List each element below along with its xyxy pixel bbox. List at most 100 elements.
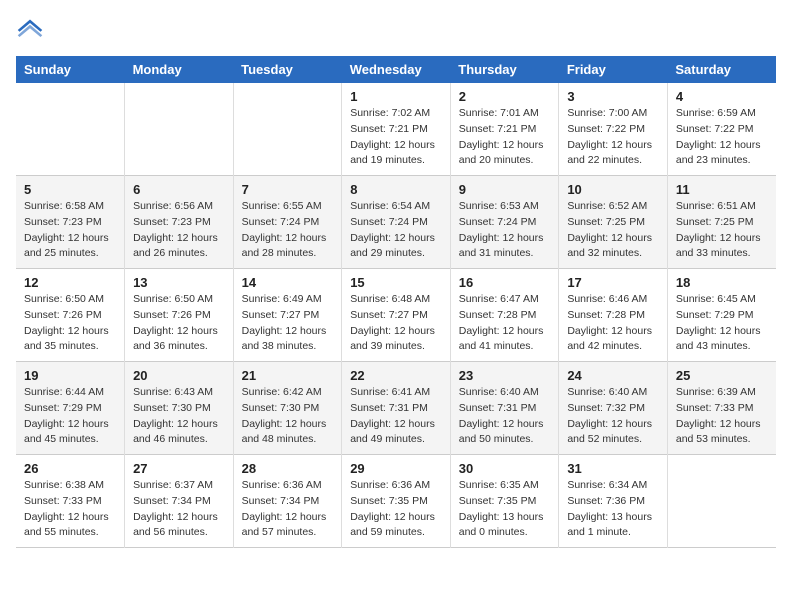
weekday-header-tuesday: Tuesday bbox=[233, 56, 342, 83]
day-info: Sunrise: 6:40 AM Sunset: 7:32 PM Dayligh… bbox=[567, 385, 659, 448]
day-info: Sunrise: 6:50 AM Sunset: 7:26 PM Dayligh… bbox=[133, 292, 225, 355]
calendar-cell: 28Sunrise: 6:36 AM Sunset: 7:34 PM Dayli… bbox=[233, 455, 342, 548]
day-number: 17 bbox=[567, 275, 659, 290]
day-info: Sunrise: 6:45 AM Sunset: 7:29 PM Dayligh… bbox=[676, 292, 768, 355]
calendar-cell: 23 Sunrise: 6:40 AM Sunset: 7:31 PM Dayli… bbox=[450, 362, 559, 455]
calendar-cell bbox=[125, 83, 234, 176]
calendar-cell: 1Sunrise: 7:02 AM Sunset: 7:21 PM Daylig… bbox=[342, 83, 451, 176]
calendar-cell: 20Sunrise: 6:43 AM Sunset: 7:30 PM Dayli… bbox=[125, 362, 234, 455]
day-info: Sunrise: 6:35 AM Sunset: 7:35 PM Dayligh… bbox=[459, 478, 551, 541]
day-number: 4 bbox=[676, 89, 768, 104]
day-info: Sunrise: 6:40 AM Sunset: 7:31 PM Dayligh… bbox=[459, 385, 551, 448]
day-info: Sunrise: 6:56 AM Sunset: 7:23 PM Dayligh… bbox=[133, 199, 225, 262]
calendar-week-row: 5 Sunrise: 6:58 AM Sunset: 7:23 PM Daylig… bbox=[16, 176, 776, 269]
day-info: Sunrise: 6:59 AM Sunset: 7:22 PM Dayligh… bbox=[676, 106, 768, 169]
calendar-cell: 6 Sunrise: 6:56 AM Sunset: 7:23 PM Daylig… bbox=[125, 176, 234, 269]
day-info: Sunrise: 6:50 AM Sunset: 7:26 PM Dayligh… bbox=[24, 292, 116, 355]
calendar-cell: 14 Sunrise: 6:49 AM Sunset: 7:27 PM Dayli… bbox=[233, 269, 342, 362]
day-number: 7 bbox=[242, 182, 334, 197]
weekday-header-wednesday: Wednesday bbox=[342, 56, 451, 83]
calendar-cell: 2 Sunrise: 7:01 AM Sunset: 7:21 PM Daylig… bbox=[450, 83, 559, 176]
day-number: 23 bbox=[459, 368, 551, 383]
calendar-cell bbox=[16, 83, 125, 176]
day-info: Sunrise: 6:37 AM Sunset: 7:34 PM Dayligh… bbox=[133, 478, 225, 541]
calendar-cell bbox=[667, 455, 776, 548]
logo bbox=[16, 16, 48, 44]
calendar-cell: 12 Sunrise: 6:50 AM Sunset: 7:26 PM Dayli… bbox=[16, 269, 125, 362]
day-info: Sunrise: 6:46 AM Sunset: 7:28 PM Dayligh… bbox=[567, 292, 659, 355]
calendar-week-row: 12 Sunrise: 6:50 AM Sunset: 7:26 PM Dayli… bbox=[16, 269, 776, 362]
day-number: 25 bbox=[676, 368, 768, 383]
calendar-cell: 31 Sunrise: 6:34 AM Sunset: 7:36 PM Dayli… bbox=[559, 455, 668, 548]
calendar-cell: 3 Sunrise: 7:00 AM Sunset: 7:22 PM Daylig… bbox=[559, 83, 668, 176]
day-number: 6 bbox=[133, 182, 225, 197]
calendar-cell: 10 Sunrise: 6:52 AM Sunset: 7:25 PM Dayli… bbox=[559, 176, 668, 269]
calendar-cell bbox=[233, 83, 342, 176]
day-number: 13 bbox=[133, 275, 225, 290]
day-info: Sunrise: 6:54 AM Sunset: 7:24 PM Dayligh… bbox=[350, 199, 442, 262]
day-number: 3 bbox=[567, 89, 659, 104]
calendar-cell: 18Sunrise: 6:45 AM Sunset: 7:29 PM Dayli… bbox=[667, 269, 776, 362]
day-info: Sunrise: 6:34 AM Sunset: 7:36 PM Dayligh… bbox=[567, 478, 659, 541]
day-number: 14 bbox=[242, 275, 334, 290]
day-number: 8 bbox=[350, 182, 442, 197]
calendar-cell: 25 Sunrise: 6:39 AM Sunset: 7:33 PM Dayli… bbox=[667, 362, 776, 455]
day-number: 24 bbox=[567, 368, 659, 383]
calendar-cell: 21Sunrise: 6:42 AM Sunset: 7:30 PM Dayli… bbox=[233, 362, 342, 455]
weekday-header-sunday: Sunday bbox=[16, 56, 125, 83]
weekday-header-thursday: Thursday bbox=[450, 56, 559, 83]
day-number: 12 bbox=[24, 275, 116, 290]
day-number: 5 bbox=[24, 182, 116, 197]
day-info: Sunrise: 7:00 AM Sunset: 7:22 PM Dayligh… bbox=[567, 106, 659, 169]
day-number: 26 bbox=[24, 461, 116, 476]
day-number: 11 bbox=[676, 182, 768, 197]
day-info: Sunrise: 6:58 AM Sunset: 7:23 PM Dayligh… bbox=[24, 199, 116, 262]
calendar-cell: 27 Sunrise: 6:37 AM Sunset: 7:34 PM Dayli… bbox=[125, 455, 234, 548]
day-info: Sunrise: 7:01 AM Sunset: 7:21 PM Dayligh… bbox=[459, 106, 551, 169]
day-number: 10 bbox=[567, 182, 659, 197]
day-number: 2 bbox=[459, 89, 551, 104]
day-info: Sunrise: 6:52 AM Sunset: 7:25 PM Dayligh… bbox=[567, 199, 659, 262]
day-info: Sunrise: 6:39 AM Sunset: 7:33 PM Dayligh… bbox=[676, 385, 768, 448]
calendar-cell: 26 Sunrise: 6:38 AM Sunset: 7:33 PM Dayli… bbox=[16, 455, 125, 548]
calendar-header: SundayMondayTuesdayWednesdayThursdayFrid… bbox=[16, 56, 776, 83]
logo-icon bbox=[16, 16, 44, 44]
calendar-cell: 22Sunrise: 6:41 AM Sunset: 7:31 PM Dayli… bbox=[342, 362, 451, 455]
calendar-week-row: 19Sunrise: 6:44 AM Sunset: 7:29 PM Dayli… bbox=[16, 362, 776, 455]
calendar-week-row: 26 Sunrise: 6:38 AM Sunset: 7:33 PM Dayli… bbox=[16, 455, 776, 548]
day-info: Sunrise: 6:55 AM Sunset: 7:24 PM Dayligh… bbox=[242, 199, 334, 262]
day-number: 29 bbox=[350, 461, 442, 476]
calendar-cell: 9Sunrise: 6:53 AM Sunset: 7:24 PM Daylig… bbox=[450, 176, 559, 269]
day-number: 30 bbox=[459, 461, 551, 476]
day-number: 22 bbox=[350, 368, 442, 383]
day-info: Sunrise: 6:51 AM Sunset: 7:25 PM Dayligh… bbox=[676, 199, 768, 262]
day-number: 27 bbox=[133, 461, 225, 476]
page-header bbox=[16, 16, 776, 44]
calendar-cell: 13 Sunrise: 6:50 AM Sunset: 7:26 PM Dayli… bbox=[125, 269, 234, 362]
calendar-cell: 19Sunrise: 6:44 AM Sunset: 7:29 PM Dayli… bbox=[16, 362, 125, 455]
calendar-cell: 11 Sunrise: 6:51 AM Sunset: 7:25 PM Dayli… bbox=[667, 176, 776, 269]
calendar-cell: 15 Sunrise: 6:48 AM Sunset: 7:27 PM Dayli… bbox=[342, 269, 451, 362]
day-number: 15 bbox=[350, 275, 442, 290]
day-number: 28 bbox=[242, 461, 334, 476]
calendar-cell: 30 Sunrise: 6:35 AM Sunset: 7:35 PM Dayli… bbox=[450, 455, 559, 548]
calendar-cell: 5 Sunrise: 6:58 AM Sunset: 7:23 PM Daylig… bbox=[16, 176, 125, 269]
weekday-header-monday: Monday bbox=[125, 56, 234, 83]
day-info: Sunrise: 6:49 AM Sunset: 7:27 PM Dayligh… bbox=[242, 292, 334, 355]
calendar-cell: 4 Sunrise: 6:59 AM Sunset: 7:22 PM Daylig… bbox=[667, 83, 776, 176]
day-info: Sunrise: 6:36 AM Sunset: 7:35 PM Dayligh… bbox=[350, 478, 442, 541]
day-number: 31 bbox=[567, 461, 659, 476]
calendar-cell: 24 Sunrise: 6:40 AM Sunset: 7:32 PM Dayli… bbox=[559, 362, 668, 455]
day-number: 20 bbox=[133, 368, 225, 383]
day-info: Sunrise: 6:53 AM Sunset: 7:24 PM Dayligh… bbox=[459, 199, 551, 262]
weekday-header-saturday: Saturday bbox=[667, 56, 776, 83]
day-info: Sunrise: 7:02 AM Sunset: 7:21 PM Dayligh… bbox=[350, 106, 442, 169]
calendar-cell: 7 Sunrise: 6:55 AM Sunset: 7:24 PM Daylig… bbox=[233, 176, 342, 269]
calendar-cell: 29 Sunrise: 6:36 AM Sunset: 7:35 PM Dayli… bbox=[342, 455, 451, 548]
day-number: 19 bbox=[24, 368, 116, 383]
day-number: 16 bbox=[459, 275, 551, 290]
day-info: Sunrise: 6:38 AM Sunset: 7:33 PM Dayligh… bbox=[24, 478, 116, 541]
calendar-cell: 17 Sunrise: 6:46 AM Sunset: 7:28 PM Dayli… bbox=[559, 269, 668, 362]
day-info: Sunrise: 6:48 AM Sunset: 7:27 PM Dayligh… bbox=[350, 292, 442, 355]
day-info: Sunrise: 6:47 AM Sunset: 7:28 PM Dayligh… bbox=[459, 292, 551, 355]
